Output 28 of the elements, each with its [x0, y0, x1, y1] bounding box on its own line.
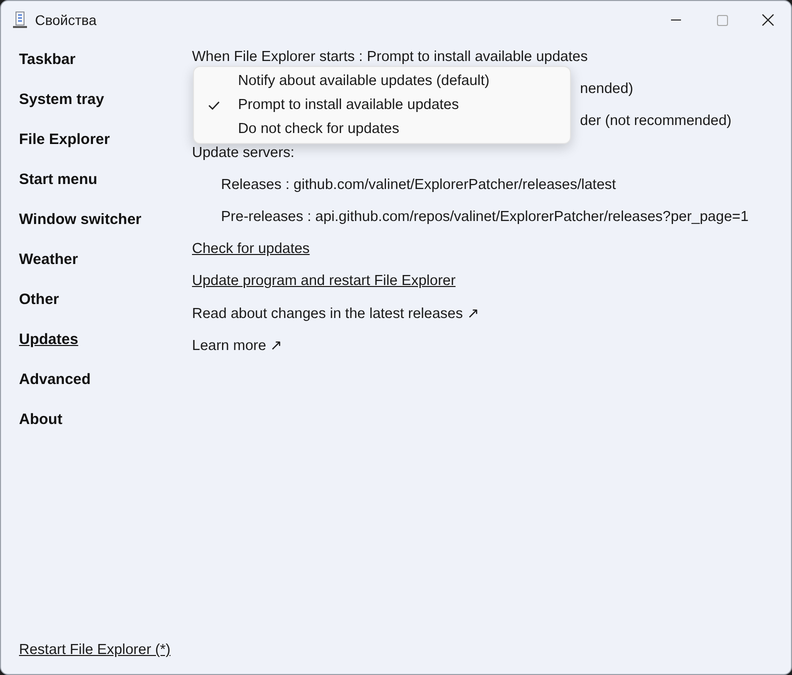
sidebar-item[interactable]: File Explorer — [19, 131, 192, 171]
sidebar-item[interactable]: Taskbar — [19, 51, 192, 91]
app-icon — [13, 11, 27, 29]
link[interactable]: Learn more ↗ — [192, 337, 284, 354]
restart-link[interactable]: Restart File Explorer (*) — [19, 642, 192, 658]
setting-label[interactable]: der (not recommended) — [580, 113, 732, 129]
sidebar-item[interactable]: System tray — [19, 91, 192, 131]
link[interactable]: Read about changes in the latest releases ↗ — [192, 305, 480, 322]
setting-label[interactable]: nended) — [580, 81, 634, 97]
link[interactable]: Update program and restart File Explorer — [192, 273, 456, 289]
setting-label[interactable]: When File Explorer starts : Prompt to install available updates — [192, 49, 588, 65]
sidebar-item[interactable]: Updates — [19, 331, 192, 371]
server-text: Releases : github.com/valinet/ExplorerPatcher/releases/latest — [221, 177, 616, 193]
link[interactable]: Check for updates — [192, 241, 310, 257]
sidebar-item[interactable]: About — [19, 411, 192, 451]
sidebar-item[interactable]: Other — [19, 291, 192, 331]
menu-item[interactable]: Do not check for updates — [194, 117, 570, 141]
menu-item[interactable]: Prompt to install available updates — [194, 93, 570, 117]
menu-item[interactable]: Notify about available updates (default) — [194, 69, 570, 93]
server-text: Pre-releases : api.github.com/repos/valinet/ExplorerPatcher/releases?per_page=1 — [221, 209, 749, 225]
window-title: Свойства — [35, 12, 96, 28]
sidebar-item[interactable]: Weather — [19, 251, 192, 291]
sidebar-item[interactable]: Window switcher — [19, 211, 192, 251]
close-icon — [762, 14, 774, 26]
section-heading: Update servers: — [192, 145, 294, 161]
maximize-icon — [716, 14, 728, 26]
sidebar-item[interactable]: Advanced — [19, 371, 192, 411]
sidebar-item[interactable]: Start menu — [19, 171, 192, 211]
